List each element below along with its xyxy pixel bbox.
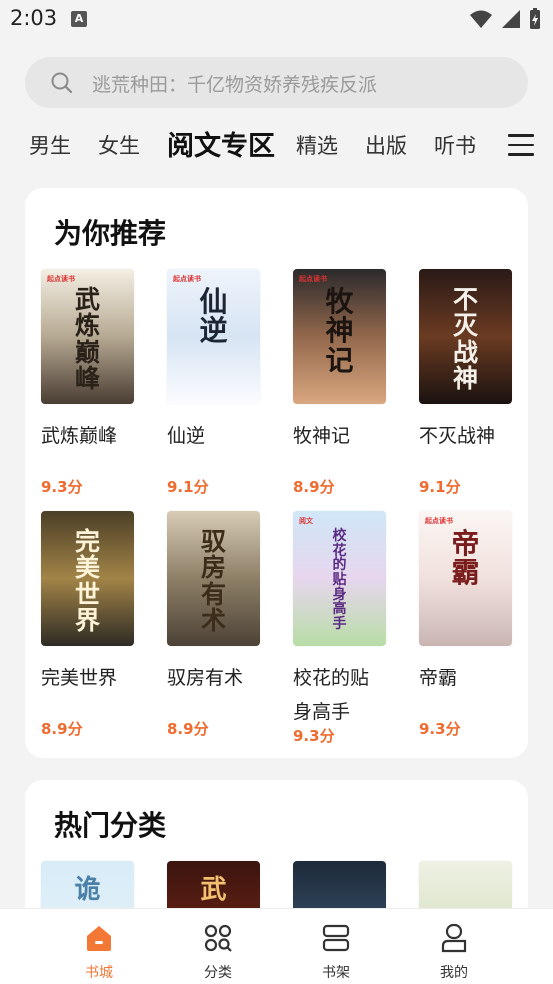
book-title[interactable]: 仙逆 (167, 419, 259, 453)
book-score: 8.9分 (167, 720, 209, 738)
book-cover[interactable]: 完美世界 (41, 511, 134, 646)
accessibility-a-icon: A (71, 11, 87, 27)
book-title[interactable]: 武炼巅峰 (41, 419, 133, 453)
nav-label: 书架 (322, 965, 350, 981)
status-time: 2:03 (10, 6, 58, 30)
book-score: 9.3分 (419, 720, 461, 738)
status-bar: 2:03 A (0, 0, 553, 40)
bottom-nav: 书城 分类 书架 我的 (0, 908, 553, 984)
profile-icon (441, 923, 467, 953)
book-score: 8.9分 (293, 478, 335, 496)
book-item[interactable]: 完美世界 完美世界 (41, 511, 137, 695)
search-input[interactable]: 逃荒种田：千亿物资娇养残疾反派 (92, 70, 377, 97)
tab-audio[interactable]: 听书 (434, 130, 476, 160)
book-title[interactable]: 驭房有术 (167, 661, 259, 695)
bookshelf-icon (322, 924, 350, 952)
book-item[interactable]: 阅文校花的贴身高手 校花的贴身高手 (293, 511, 389, 729)
book-item[interactable]: 起点读书仙逆 仙逆 (167, 269, 263, 453)
recommend-section: 为你推荐 起点读书武炼巅峰 武炼巅峰 9.3分 起点读书仙逆 仙逆 9.1分 起… (25, 188, 528, 758)
tab-male[interactable]: 男生 (29, 130, 71, 160)
book-title[interactable]: 牧神记 (293, 419, 385, 453)
book-item[interactable]: 起点读书武炼巅峰 武炼巅峰 (41, 269, 137, 453)
book-item[interactable]: 不灭战神 不灭战神 (419, 269, 515, 453)
book-title[interactable]: 校花的贴身高手 (293, 661, 385, 729)
signal-icon (502, 10, 520, 28)
book-score: 9.1分 (419, 478, 461, 496)
book-title[interactable]: 帝霸 (419, 661, 511, 695)
book-score: 9.3分 (293, 727, 335, 745)
nav-profile[interactable]: 我的 (424, 923, 484, 982)
nav-label: 我的 (440, 965, 468, 981)
book-item[interactable]: 起点读书牧神记 牧神记 (293, 269, 389, 453)
menu-icon[interactable] (508, 134, 534, 156)
book-cover[interactable]: 阅文校花的贴身高手 (293, 511, 386, 646)
category-icon (204, 924, 232, 952)
book-item[interactable]: 起点读书帝霸 帝霸 (419, 511, 515, 695)
book-title[interactable]: 完美世界 (41, 661, 133, 695)
book-cover[interactable]: 驭房有术 (167, 511, 260, 646)
book-cover[interactable]: 起点读书武炼巅峰 (41, 269, 134, 404)
nav-label: 分类 (204, 965, 232, 981)
book-score: 8.9分 (41, 720, 83, 738)
book-cover[interactable]: 起点读书帝霸 (419, 511, 512, 646)
book-cover[interactable]: 起点读书仙逆 (167, 269, 260, 404)
tab-publish[interactable]: 出版 (365, 130, 407, 160)
book-title[interactable]: 不灭战神 (419, 419, 511, 453)
section-title: 为你推荐 (54, 217, 167, 250)
nav-label: 书城 (85, 965, 113, 981)
book-cover[interactable]: 起点读书牧神记 (293, 269, 386, 404)
search-bar[interactable]: 逃荒种田：千亿物资娇养残疾反派 (25, 57, 528, 108)
section-title: 热门分类 (54, 809, 167, 842)
category-tabs: 男生 女生 阅文专区 精选 出版 听书 (0, 122, 553, 168)
book-item[interactable]: 驭房有术 驭房有术 (167, 511, 263, 695)
nav-bookshelf[interactable]: 书架 (306, 923, 366, 982)
status-icons (469, 8, 541, 30)
search-icon (51, 72, 73, 94)
book-cover[interactable]: 不灭战神 (419, 269, 512, 404)
nav-category[interactable]: 分类 (188, 923, 248, 982)
battery-icon (530, 8, 540, 29)
wifi-icon (470, 10, 492, 28)
home-icon (87, 926, 111, 951)
tab-female[interactable]: 女生 (98, 130, 140, 160)
nav-bookstore[interactable]: 书城 (69, 923, 129, 982)
book-score: 9.3分 (41, 478, 83, 496)
tab-featured[interactable]: 精选 (296, 130, 338, 160)
book-score: 9.1分 (167, 478, 209, 496)
tab-yuewen[interactable]: 阅文专区 (167, 124, 275, 163)
